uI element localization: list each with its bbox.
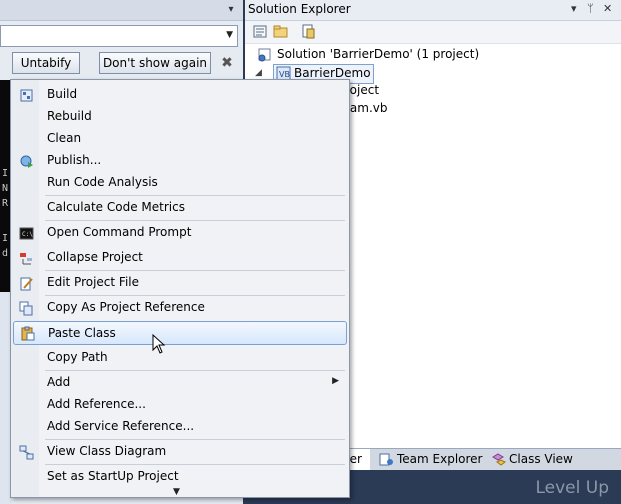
menu-item-set-as-startup-project[interactable]: Set as StartUp Project bbox=[13, 466, 347, 488]
menu-item-open-command-prompt[interactable]: C:\ Open Command Prompt bbox=[13, 222, 347, 244]
menu-item-build[interactable]: Build bbox=[13, 84, 347, 106]
untabify-button[interactable]: Untabify bbox=[12, 52, 80, 74]
menu-item-publish[interactable]: Publish... bbox=[13, 150, 347, 172]
solution-explorer-toolbar bbox=[245, 21, 621, 44]
submenu-arrow-icon: ▶ bbox=[332, 376, 339, 386]
menu-item-copy-path[interactable]: Copy Path bbox=[13, 347, 347, 369]
menu-item-edit-project-file[interactable]: Edit Project File bbox=[13, 272, 347, 294]
tab-team-explorer[interactable]: Team Explorer bbox=[377, 449, 483, 471]
paste-class-icon bbox=[21, 326, 35, 341]
svg-text:C:\: C:\ bbox=[22, 231, 33, 238]
watermark-text: Level Up bbox=[535, 478, 609, 498]
collapse-icon bbox=[20, 253, 32, 265]
menu-separator bbox=[45, 270, 345, 271]
menu-item-label: Open Command Prompt bbox=[47, 225, 192, 239]
menu-item-label: Copy As Project Reference bbox=[47, 300, 205, 314]
mouse-pointer-icon bbox=[152, 334, 166, 354]
solution-node-label: Solution 'BarrierDemo' (1 project) bbox=[277, 47, 480, 61]
panel-title: Solution Explorer bbox=[248, 2, 351, 16]
menu-separator bbox=[45, 295, 345, 296]
menu-item-label: Add Service Reference... bbox=[47, 419, 195, 433]
menu-item-calculate-code-metrics[interactable]: Calculate Code Metrics bbox=[13, 197, 347, 219]
menu-item-copy-as-project-reference[interactable]: Copy As Project Reference bbox=[13, 297, 347, 319]
menu-item-add-service-reference[interactable]: Add Service Reference... bbox=[13, 416, 347, 438]
command-prompt-icon: C:\ bbox=[19, 227, 34, 240]
member-combo-box[interactable]: ▼ bbox=[0, 25, 238, 47]
properties-icon[interactable] bbox=[253, 24, 268, 39]
editor-tab-strip: ▾ bbox=[0, 0, 243, 21]
menu-item-label: Clean bbox=[47, 131, 82, 145]
menu-item-label: Paste Class bbox=[48, 326, 116, 340]
menu-item-label: Collapse Project bbox=[47, 250, 143, 264]
class-diagram-icon bbox=[19, 445, 34, 460]
pin-icon[interactable]: ᛘ bbox=[587, 2, 594, 15]
tree-item[interactable]: roject bbox=[345, 83, 379, 97]
menu-item-label: Add bbox=[47, 375, 71, 389]
chevron-down-icon[interactable]: ▼ bbox=[226, 30, 233, 40]
menu-item-label: Add Reference... bbox=[47, 397, 146, 411]
copy-reference-icon bbox=[19, 301, 33, 316]
dropdown-arrow-icon[interactable]: ▾ bbox=[222, 2, 240, 18]
menu-item-label: Calculate Code Metrics bbox=[47, 200, 185, 214]
show-all-files-icon[interactable] bbox=[273, 24, 288, 39]
console-text: d bbox=[2, 248, 9, 259]
dont-show-again-button[interactable]: Don't show again bbox=[99, 52, 211, 74]
edit-file-icon bbox=[20, 277, 33, 291]
tab-label: Team Explorer bbox=[397, 452, 483, 466]
menu-item-label: Rebuild bbox=[47, 109, 92, 123]
menu-item-label: Edit Project File bbox=[47, 275, 140, 289]
svg-text:VB: VB bbox=[279, 70, 290, 79]
close-icon[interactable]: ✖ bbox=[218, 54, 236, 72]
menu-separator bbox=[45, 370, 345, 371]
menu-item-label: Set as StartUp Project bbox=[47, 469, 179, 483]
close-icon[interactable]: ✕ bbox=[603, 2, 612, 15]
menu-item-rebuild[interactable]: Rebuild bbox=[13, 106, 347, 128]
menu-item-collapse-project[interactable]: Collapse Project bbox=[13, 247, 347, 269]
console-text: I bbox=[2, 168, 9, 179]
project-context-menu: Build Rebuild Clean Publish... Run Code … bbox=[10, 79, 350, 498]
scroll-down-arrow-icon[interactable]: ▼ bbox=[173, 487, 180, 497]
window-position-icon[interactable]: ▾ bbox=[571, 2, 577, 15]
solution-icon bbox=[258, 48, 271, 62]
menu-item-paste-class[interactable]: Paste Class bbox=[13, 321, 347, 345]
menu-item-view-class-diagram[interactable]: View Class Diagram bbox=[13, 441, 347, 463]
publish-icon bbox=[20, 155, 33, 168]
menu-separator bbox=[45, 220, 345, 221]
tab-label: Class View bbox=[509, 452, 573, 466]
tree-item[interactable]: ram.vb bbox=[345, 101, 388, 115]
menu-separator bbox=[45, 195, 345, 196]
menu-separator bbox=[45, 439, 345, 440]
menu-item-label: View Class Diagram bbox=[47, 444, 167, 458]
menu-item-label: Copy Path bbox=[47, 350, 108, 364]
console-text: R bbox=[2, 198, 9, 209]
tab-class-view[interactable]: Class View bbox=[489, 449, 573, 471]
view-code-icon[interactable] bbox=[301, 24, 316, 39]
project-node-label: BarrierDemo bbox=[294, 66, 371, 80]
collapse-arrow-icon[interactable]: ◢ bbox=[255, 68, 262, 78]
console-text: I bbox=[2, 233, 9, 244]
menu-item-label: Build bbox=[47, 87, 78, 101]
build-icon bbox=[20, 89, 33, 102]
team-explorer-icon bbox=[379, 453, 393, 466]
menu-item-label: Publish... bbox=[47, 153, 102, 167]
class-view-icon bbox=[492, 453, 506, 466]
menu-item-add[interactable]: Add ▶ bbox=[13, 372, 347, 394]
menu-item-add-reference[interactable]: Add Reference... bbox=[13, 394, 347, 416]
menu-item-label: Run Code Analysis bbox=[47, 175, 158, 189]
menu-item-run-code-analysis[interactable]: Run Code Analysis bbox=[13, 172, 347, 194]
menu-separator bbox=[45, 464, 345, 465]
console-text: N bbox=[2, 183, 9, 194]
menu-item-clean[interactable]: Clean bbox=[13, 128, 347, 150]
solution-explorer-titlebar: Solution Explorer ▾ ᛘ ✕ bbox=[245, 0, 621, 21]
